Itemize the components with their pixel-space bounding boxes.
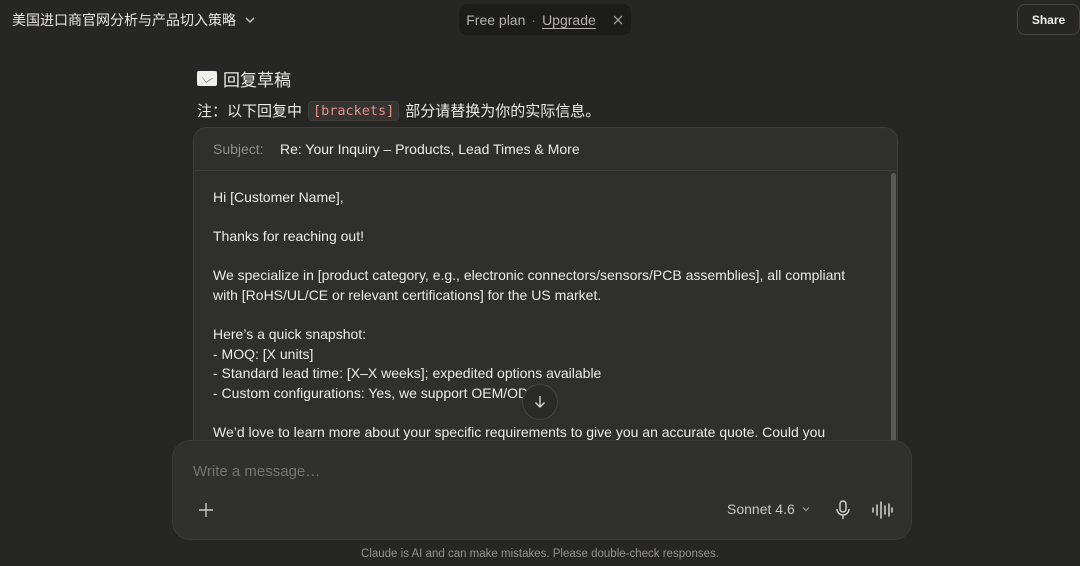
subject-value: Re: Your Inquiry – Products, Lead Times … <box>280 141 580 157</box>
scroll-to-bottom-button[interactable] <box>522 384 558 420</box>
plan-banner: Free plan · Upgrade <box>459 4 631 35</box>
arrow-down-icon <box>535 396 545 408</box>
share-button[interactable]: Share <box>1017 4 1080 35</box>
voice-mode-icon[interactable] <box>870 499 894 521</box>
conversation-title-menu[interactable]: 美国进口商官网分析与产品切入策略 <box>12 10 256 30</box>
subject-label: Subject: <box>213 141 264 157</box>
message-input[interactable] <box>193 463 843 480</box>
ai-disclaimer: Claude is AI and can make mistakes. Plea… <box>361 548 719 560</box>
message-composer: Sonnet 4.6 <box>172 440 912 540</box>
close-icon[interactable] <box>612 14 624 26</box>
plan-label: Free plan <box>466 11 526 28</box>
chevron-down-icon <box>802 507 810 512</box>
email-scrollbar[interactable] <box>891 173 896 443</box>
conversation-title: 美国进口商官网分析与产品切入策略 <box>12 13 236 29</box>
model-label: Sonnet 4.6 <box>727 501 795 517</box>
email-body: Hi [Customer Name], Thanks for reaching … <box>213 189 846 441</box>
upgrade-link[interactable]: Upgrade <box>542 12 596 28</box>
reply-heading-text: 回复草稿 <box>223 71 291 91</box>
model-selector[interactable]: Sonnet 4.6 <box>727 501 811 517</box>
note-code: [brackets] <box>308 100 400 121</box>
placeholder-note: 注：以下回复中 [brackets] 部分请替换为你的实际信息。 <box>197 100 600 121</box>
envelope-icon <box>197 71 217 86</box>
microphone-icon[interactable] <box>833 499 853 521</box>
note-prefix: 注：以下回复中 <box>197 102 303 120</box>
plan-separator: · <box>531 11 537 28</box>
reply-heading: 回复草稿 <box>197 66 291 91</box>
note-suffix: 部分请替换为你的实际信息。 <box>405 102 601 120</box>
chevron-down-icon <box>245 17 255 23</box>
plus-icon <box>199 503 213 517</box>
subject-row: Subject: Re: Your Inquiry – Products, Le… <box>194 128 897 171</box>
add-attachment-button[interactable] <box>195 499 217 521</box>
